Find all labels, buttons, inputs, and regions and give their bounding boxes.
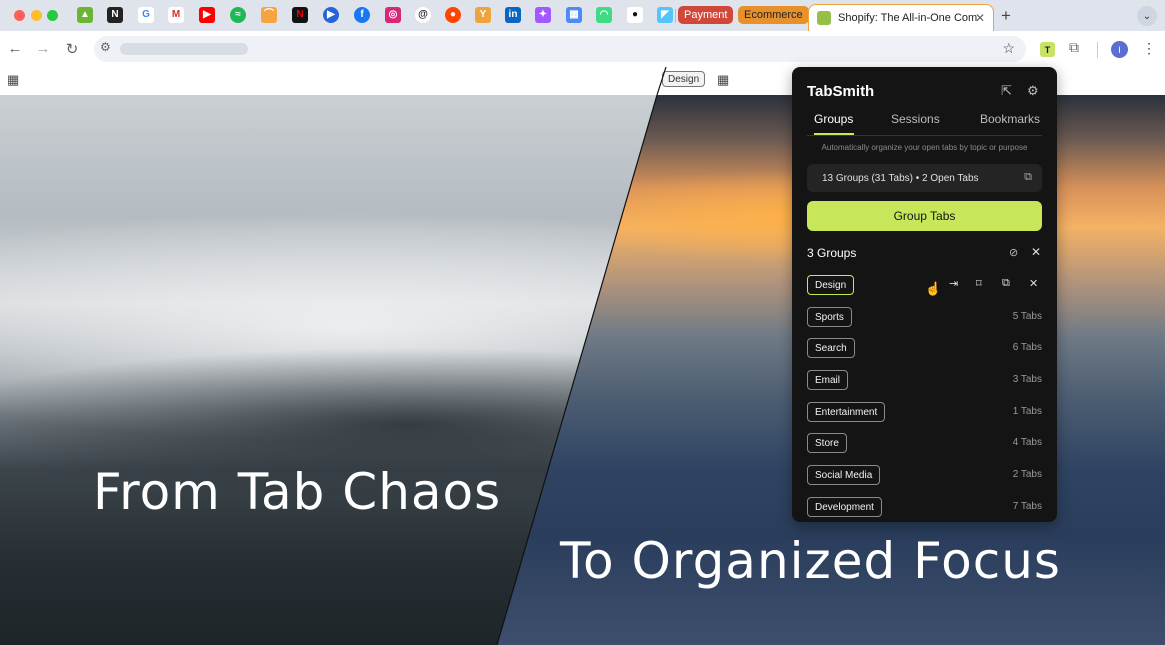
active-tab-underline xyxy=(814,133,854,135)
pinned-tab-spotify-icon[interactable]: ≈ xyxy=(230,7,246,23)
minimize-window-button[interactable] xyxy=(31,10,42,21)
open-external-icon[interactable]: ⇱ xyxy=(1001,83,1012,99)
pinned-tab-notion-icon[interactable]: N xyxy=(107,7,123,23)
bookmark-star-icon[interactable]: ☆ xyxy=(1002,40,1015,57)
pinned-tab-green-icon[interactable]: ▲ xyxy=(77,7,93,23)
toolbar-divider xyxy=(1097,42,1098,58)
reload-icon[interactable]: ↻ xyxy=(63,40,81,58)
group-row[interactable]: Entertainment 1 Tabs xyxy=(807,402,1042,422)
tab-sessions[interactable]: Sessions xyxy=(891,112,940,126)
pinned-tab-flutter-icon[interactable]: ◤ xyxy=(657,7,673,23)
group-tab-count: 6 Tabs xyxy=(1012,342,1042,353)
pinned-tab-instagram-icon[interactable]: ◎ xyxy=(385,7,401,23)
pinned-tab-play-icon[interactable]: ▶ xyxy=(323,7,339,23)
tabsmith-popup: TabSmith ⇱ ⚙ Groups Sessions Bookmarks A… xyxy=(792,67,1057,522)
close-tab-icon[interactable]: ✕ xyxy=(975,11,985,25)
hide-eye-icon[interactable]: ⊘ xyxy=(1009,246,1018,259)
hero-left-text: From Tab Chaos xyxy=(93,463,502,521)
tab-strip: ▲ N G M ▶ ≈ ⌒ N ▶ f ◎ @ ● Y in ✦ ▦ ◠ ● ◤… xyxy=(0,0,1165,31)
tab-search-button[interactable]: ⌄ xyxy=(1137,6,1157,26)
group-chip[interactable]: Design xyxy=(807,275,855,295)
group-chip[interactable]: Development xyxy=(807,497,882,517)
address-url-redacted xyxy=(120,43,248,55)
group-tab-count: 7 Tabs xyxy=(1012,501,1042,512)
group-chip[interactable]: Search xyxy=(807,338,855,358)
shopify-icon xyxy=(817,11,831,25)
tab-groups[interactable]: Groups xyxy=(814,112,853,126)
tab-group-payment[interactable]: Payment xyxy=(678,6,734,24)
tabsmith-extension-icon[interactable]: T xyxy=(1040,42,1055,57)
popup-description: Automatically organize your open tabs by… xyxy=(821,143,1028,152)
active-tab[interactable]: Shopify: The All-in-One Commerce Platfor… xyxy=(808,4,994,31)
close-groups-icon[interactable]: ✕ xyxy=(1031,245,1041,259)
groups-summary: 13 Groups (31 Tabs) • 2 Open Tabs ⧉ xyxy=(807,164,1042,192)
site-info-icon[interactable]: ⚙ xyxy=(100,40,111,54)
popup-title: TabSmith xyxy=(807,83,875,100)
group-row[interactable]: Design ☝ ⇥ ⌑ ⧉ ✕ xyxy=(807,275,1042,296)
copy-icon[interactable]: ⧉ xyxy=(1024,171,1032,184)
new-tab-button[interactable]: + xyxy=(1001,6,1011,26)
pinned-tab-rainbow-icon[interactable]: ⌒ xyxy=(261,7,277,23)
group-row[interactable]: Store 4 Tabs xyxy=(807,433,1042,453)
pinned-tab-gmail-icon[interactable]: M xyxy=(168,7,184,23)
group-tabs-button[interactable]: Group Tabs xyxy=(807,201,1042,231)
pinned-tab-linkedin-icon[interactable]: in xyxy=(505,7,521,23)
pinned-tab-reddit-icon[interactable]: ● xyxy=(445,7,461,23)
hand-cursor-icon: ☝ xyxy=(925,281,942,296)
group-chip[interactable]: Store xyxy=(807,433,847,453)
group-row[interactable]: Development 7 Tabs xyxy=(807,497,1042,517)
group-chip[interactable]: Entertainment xyxy=(807,402,886,422)
group-row[interactable]: Sports 5 Tabs xyxy=(807,307,1042,327)
browser-toolbar: ← → ↻ ⚙ ☆ T ⧉ I ⋮ xyxy=(0,31,1165,67)
pinned-tab-threads-icon[interactable]: @ xyxy=(415,7,431,23)
back-icon[interactable]: ← xyxy=(6,40,24,57)
hero-right-text: To Organized Focus xyxy=(560,532,1061,590)
group-row[interactable]: Social Media 2 Tabs xyxy=(807,465,1042,485)
tab-group-label: Ecommerce xyxy=(744,9,803,21)
group-tab-count: 2 Tabs xyxy=(1012,469,1042,480)
group-chip[interactable]: Social Media xyxy=(807,465,881,485)
group-chip[interactable]: Sports xyxy=(807,307,852,327)
bookmark-icon[interactable]: ⌑ xyxy=(976,277,982,290)
forward-icon[interactable]: → xyxy=(34,40,52,57)
extensions-puzzle-icon[interactable]: ⧉ xyxy=(1069,39,1079,56)
pinned-tab-apple-icon[interactable]: ● xyxy=(627,7,643,23)
pinned-tab-youtube-icon[interactable]: ▶ xyxy=(199,7,215,23)
move-to-window-icon[interactable]: ⇥ xyxy=(949,277,958,290)
pinned-tab-google-icon[interactable]: G xyxy=(138,7,154,23)
group-tab-count: 3 Tabs xyxy=(1012,374,1042,385)
maximize-window-button[interactable] xyxy=(47,10,58,21)
profile-avatar[interactable]: I xyxy=(1111,41,1128,58)
pinned-tab-netflix-icon[interactable]: N xyxy=(292,7,308,23)
pinned-tab-facebook-icon[interactable]: f xyxy=(354,7,370,23)
tab-group-ecommerce[interactable]: Ecommerce xyxy=(738,6,809,24)
groups-heading: 3 Groups xyxy=(807,246,857,260)
active-tab-title: Shopify: The All-in-One Commerce Platfor… xyxy=(838,12,978,24)
address-bar[interactable]: ⚙ ☆ xyxy=(94,36,1026,62)
tab-bookmarks[interactable]: Bookmarks xyxy=(980,112,1040,126)
group-row[interactable]: Email 3 Tabs xyxy=(807,370,1042,390)
close-window-button[interactable] xyxy=(14,10,25,21)
group-tab-count: 4 Tabs xyxy=(1012,437,1042,448)
pinned-tab-gcal-icon[interactable]: ▦ xyxy=(566,7,582,23)
tab-group-label: Payment xyxy=(684,9,728,21)
group-chip[interactable]: Email xyxy=(807,370,849,390)
popup-tabs: Groups Sessions Bookmarks xyxy=(807,112,1042,136)
pinned-tab-ycombinator-icon[interactable]: Y xyxy=(475,7,491,23)
pinned-tab-android-icon[interactable]: ◠ xyxy=(596,7,612,23)
summary-text: 13 Groups (31 Tabs) • 2 Open Tabs xyxy=(822,172,979,184)
close-group-icon[interactable]: ✕ xyxy=(1029,277,1038,290)
tab-separator xyxy=(675,9,676,23)
group-tab-count: 1 Tabs xyxy=(1012,406,1042,417)
group-tab-count: 5 Tabs xyxy=(1012,311,1042,322)
group-row[interactable]: Search 6 Tabs xyxy=(807,338,1042,358)
settings-gear-icon[interactable]: ⚙ xyxy=(1027,83,1039,99)
menu-kebab-icon[interactable]: ⋮ xyxy=(1142,40,1156,57)
pinned-tab-figma-icon[interactable]: ✦ xyxy=(535,7,551,23)
duplicate-icon[interactable]: ⧉ xyxy=(1002,277,1010,290)
